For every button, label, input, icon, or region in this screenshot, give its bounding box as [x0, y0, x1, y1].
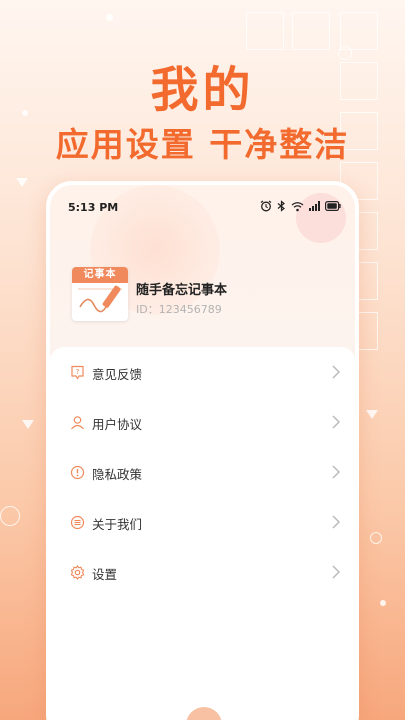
app-icon-label: 记事本 [72, 267, 128, 283]
menu-label: 设置 [92, 567, 118, 582]
decor-circle [370, 532, 382, 544]
app-icon: 记事本 [72, 267, 128, 321]
status-time: 5:13 PM [68, 201, 119, 214]
decor-circle [0, 506, 20, 526]
pen-icon [78, 285, 122, 313]
battery-icon [325, 201, 341, 211]
menu-label: 隐私政策 [92, 467, 143, 482]
chevron-right-icon [331, 564, 341, 580]
app-id: ID：123456789 [136, 303, 222, 316]
menu-label: 意见反馈 [92, 367, 143, 382]
decor-square [340, 12, 378, 50]
chevron-right-icon [331, 364, 341, 380]
phone-frame: 5:13 PM 记事本 随手备忘记事本 ID：123456789 ? 意见反馈 … [46, 181, 359, 720]
promo-title: 我的 [150, 62, 255, 118]
alarm-icon [260, 200, 272, 212]
user-icon [70, 415, 85, 430]
bluetooth-icon [277, 200, 286, 212]
menu-label: 关于我们 [92, 517, 143, 532]
svg-text:?: ? [76, 368, 80, 376]
promo-subtitle: 应用设置 干净整洁 [55, 125, 350, 164]
menu-item-feedback[interactable]: ? 意见反馈 [50, 347, 355, 397]
decor-triangle [22, 420, 34, 429]
chevron-right-icon [331, 414, 341, 430]
menu-item-privacy-policy[interactable]: 隐私政策 [50, 447, 355, 497]
warning-icon [70, 465, 85, 480]
menu-item-settings[interactable]: 设置 [50, 547, 355, 597]
decor-square [292, 12, 330, 50]
decor-triangle [366, 410, 378, 419]
menu-item-user-agreement[interactable]: 用户协议 [50, 397, 355, 447]
feedback-icon: ? [70, 365, 85, 380]
decor-dot [380, 600, 386, 606]
info-list-icon [70, 515, 85, 530]
app-name: 随手备忘记事本 [136, 283, 228, 298]
settings-menu: ? 意见反馈 用户协议 隐私政策 关于我们 设置 [50, 347, 355, 720]
menu-label: 用户协议 [92, 417, 143, 432]
status-bar: 5:13 PM [50, 195, 355, 215]
signal-icon [309, 201, 320, 211]
chevron-right-icon [331, 514, 341, 530]
wifi-icon [291, 201, 304, 212]
decor-square [246, 12, 284, 50]
menu-item-about-us[interactable]: 关于我们 [50, 497, 355, 547]
decor-dot [106, 14, 113, 21]
gear-icon [70, 565, 85, 580]
app-screen: 5:13 PM 记事本 随手备忘记事本 ID：123456789 ? 意见反馈 … [50, 185, 355, 720]
decor-triangle [16, 178, 28, 187]
chevron-right-icon [331, 464, 341, 480]
